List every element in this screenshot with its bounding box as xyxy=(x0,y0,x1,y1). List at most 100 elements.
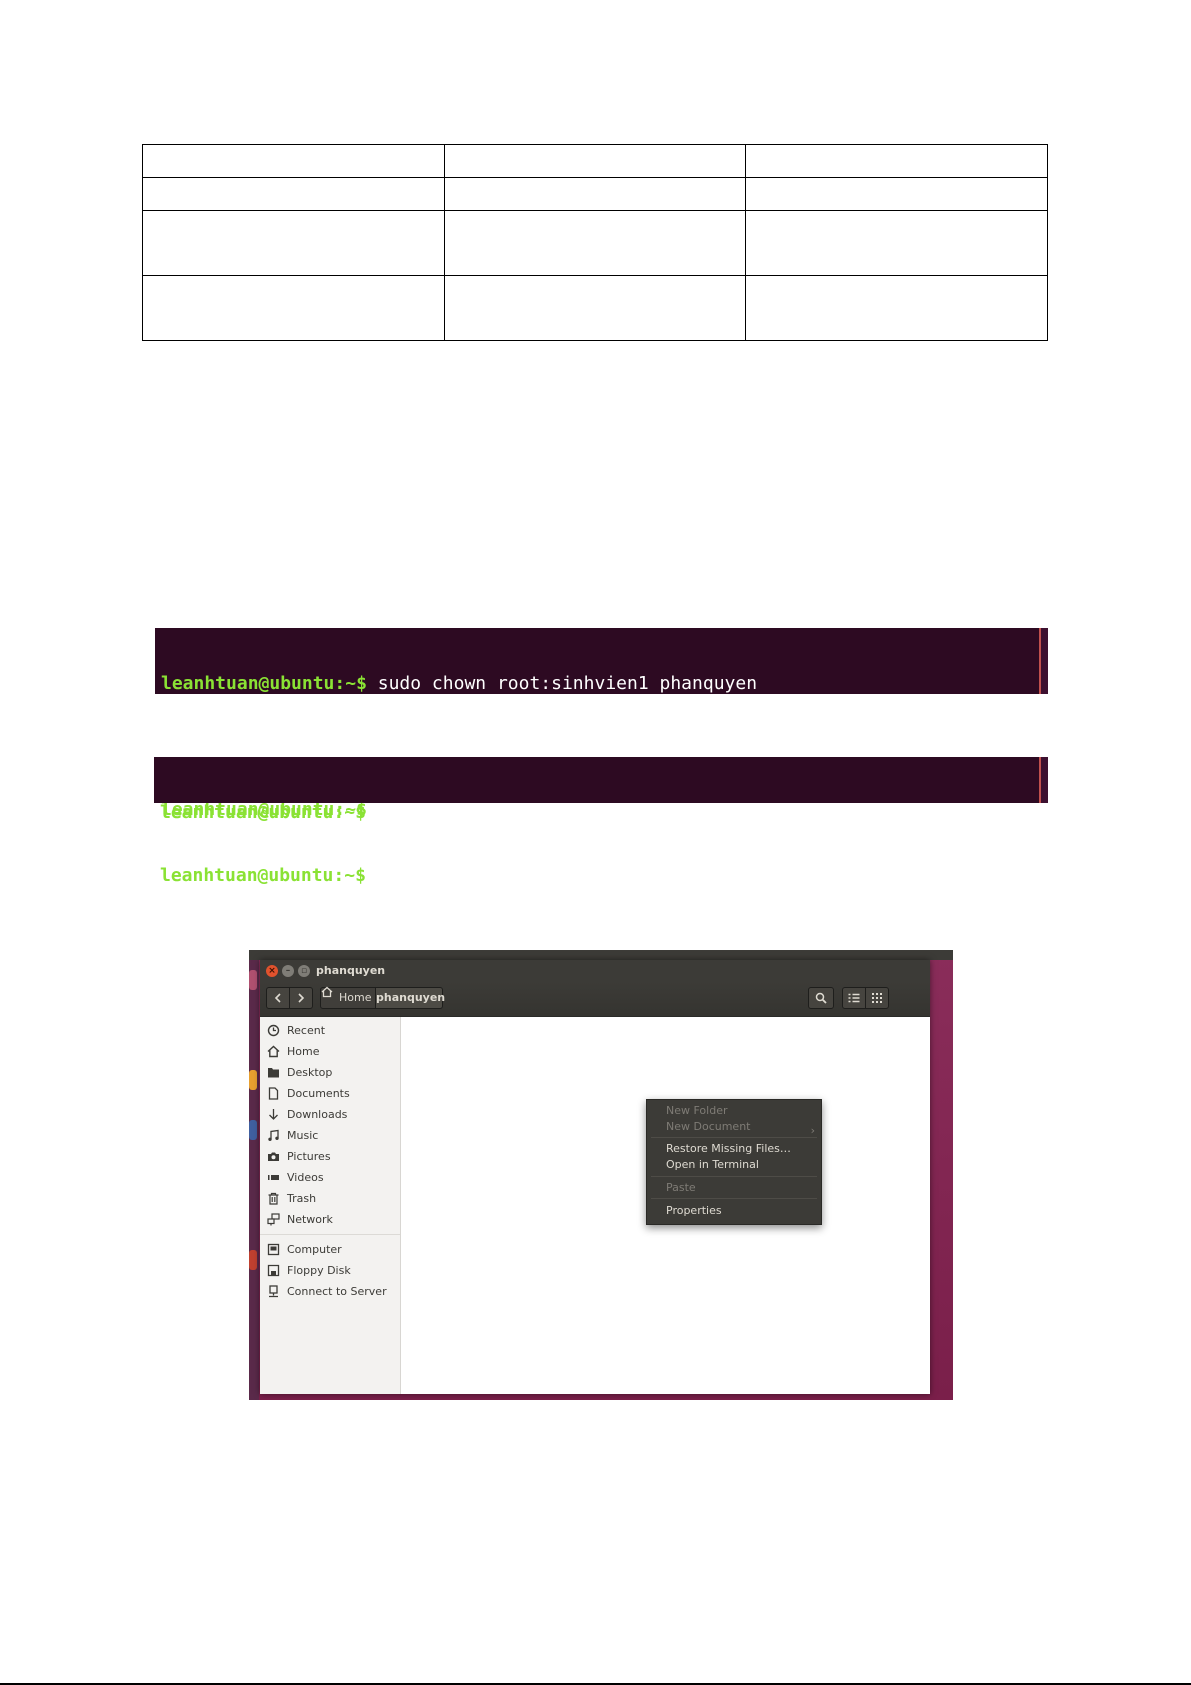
trash-icon xyxy=(268,1192,279,1205)
table-cell xyxy=(443,275,747,341)
forward-button[interactable] xyxy=(289,987,313,1009)
launcher-app-icon[interactable] xyxy=(249,1250,257,1270)
sidebar-item-computer[interactable]: Computer xyxy=(260,1239,400,1260)
sidebar-item-trash[interactable]: Trash xyxy=(260,1188,400,1209)
maximize-window-button[interactable]: ▫ xyxy=(298,965,310,977)
home-icon xyxy=(321,986,333,998)
table-cell xyxy=(142,210,445,276)
sidebar-divider xyxy=(260,1234,400,1235)
sidebar-item-label: Documents xyxy=(287,1087,350,1100)
table-cell xyxy=(443,177,747,211)
launcher-app-icon[interactable] xyxy=(249,970,257,990)
home-icon xyxy=(267,1045,280,1058)
music-icon xyxy=(268,1129,279,1141)
camera-icon xyxy=(268,1152,279,1161)
terminal-line: leanhtuan@ubuntu:~$ sudo chown root:sinh… xyxy=(161,673,1042,694)
search-icon xyxy=(815,992,827,1004)
video-icon xyxy=(268,1175,279,1180)
empty-document-table xyxy=(142,144,1048,341)
places-sidebar: Recent Home Desktop Documents Downloads … xyxy=(260,1017,401,1394)
sidebar-item-label: Connect to Server xyxy=(287,1285,387,1298)
sidebar-item-desktop[interactable]: Desktop xyxy=(260,1062,400,1083)
terminal-scroll-edge xyxy=(1036,628,1048,694)
chevron-left-icon xyxy=(274,993,281,1003)
sidebar-item-home[interactable]: Home xyxy=(260,1041,400,1062)
search-button[interactable] xyxy=(808,987,834,1009)
breadcrumb-folder-label: phanquyen xyxy=(376,991,446,1004)
desktop-folder-icon xyxy=(268,1068,279,1078)
document-icon xyxy=(268,1087,279,1100)
sidebar-item-floppy-disk[interactable]: Floppy Disk xyxy=(260,1260,400,1281)
menu-item-new-document[interactable]: New Document xyxy=(666,1119,750,1135)
table-cell xyxy=(745,177,1048,211)
sidebar-item-documents[interactable]: Documents xyxy=(260,1083,400,1104)
desktop-screenshot: × – ▫ phanquyen Home phanquyen Recent Ho… xyxy=(249,950,953,1400)
grid-view-icon xyxy=(872,993,882,1003)
chevron-right-icon xyxy=(298,993,305,1003)
table-cell xyxy=(142,275,445,341)
terminal-prompt: leanhtuan@ubuntu:~$ xyxy=(161,673,367,694)
breadcrumb-current-folder[interactable]: phanquyen xyxy=(375,987,446,1009)
terminal-prompt: leanhtuan@ubuntu:~$ xyxy=(160,802,366,823)
clock-icon xyxy=(267,1024,280,1037)
file-view-area[interactable]: New Folder New Document › Restore Missin… xyxy=(401,1017,930,1394)
terminal-command: sudo chmod 440 phanquyen xyxy=(365,802,637,823)
sidebar-item-label: Music xyxy=(287,1129,319,1142)
terminal-chown[interactable]: leanhtuan@ubuntu:~$ sudo chown root:sinh… xyxy=(155,628,1048,820)
launcher-app-icon[interactable] xyxy=(249,1070,257,1090)
back-button[interactable] xyxy=(266,987,290,1009)
sidebar-item-pictures[interactable]: Pictures xyxy=(260,1146,400,1167)
sidebar-item-music[interactable]: Music xyxy=(260,1125,400,1146)
file-manager-window: × – ▫ phanquyen Home phanquyen Recent Ho… xyxy=(260,960,930,1394)
sidebar-item-downloads[interactable]: Downloads xyxy=(260,1104,400,1125)
sidebar-item-label: Pictures xyxy=(287,1150,331,1163)
menu-separator xyxy=(651,1137,817,1138)
sidebar-item-label: Floppy Disk xyxy=(287,1264,351,1277)
network-icon xyxy=(267,1213,280,1226)
grid-view-button[interactable] xyxy=(865,987,889,1009)
download-icon xyxy=(269,1109,278,1120)
submenu-arrow-icon: › xyxy=(810,1124,815,1137)
terminal-line: leanhtuan@ubuntu:~$ xyxy=(160,865,1042,886)
top-panel xyxy=(249,950,953,960)
terminal-output: [sudo] password for leanhtuan: xyxy=(161,736,487,757)
table-cell xyxy=(745,210,1048,276)
sidebar-item-label: Trash xyxy=(287,1192,317,1205)
terminal-prompt: leanhtuan@ubuntu:~$ xyxy=(160,865,366,886)
launcher-app-icon[interactable] xyxy=(249,1120,257,1140)
table-cell xyxy=(745,144,1048,178)
menu-item-new-folder[interactable]: New Folder xyxy=(666,1103,727,1119)
table-cell xyxy=(142,177,445,211)
sidebar-item-recent[interactable]: Recent xyxy=(260,1020,400,1041)
menu-item-open-in-terminal[interactable]: Open in Terminal xyxy=(666,1157,759,1173)
sidebar-item-label: Videos xyxy=(287,1171,324,1184)
list-view-icon xyxy=(848,993,860,1003)
menu-separator xyxy=(651,1198,817,1199)
terminal-command: sudo chown root:sinhvien1 phanquyen xyxy=(366,673,758,694)
sidebar-item-label: Home xyxy=(287,1045,320,1058)
terminal-scroll-edge xyxy=(1036,757,1048,803)
menu-separator xyxy=(651,1176,817,1177)
close-window-button[interactable]: × xyxy=(266,965,278,977)
terminal-line: leanhtuan@ubuntu:~$ sudo chmod 440 phanq… xyxy=(160,802,1042,823)
sidebar-item-network[interactable]: Network xyxy=(260,1209,400,1230)
context-menu: New Folder New Document › Restore Missin… xyxy=(646,1099,822,1225)
sidebar-item-label: Downloads xyxy=(287,1108,348,1121)
title-bar[interactable]: × – ▫ phanquyen xyxy=(260,960,930,982)
table-cell xyxy=(745,275,1048,341)
sidebar-item-videos[interactable]: Videos xyxy=(260,1167,400,1188)
menu-item-restore-missing-files[interactable]: Restore Missing Files… xyxy=(666,1141,791,1157)
server-icon xyxy=(269,1285,278,1298)
sidebar-item-label: Desktop xyxy=(287,1066,333,1079)
terminal-chmod[interactable]: leanhtuan@ubuntu:~$ sudo chmod 440 phanq… xyxy=(154,757,1048,886)
sidebar-item-connect-to-server[interactable]: Connect to Server xyxy=(260,1281,400,1302)
menu-item-paste[interactable]: Paste xyxy=(666,1180,696,1196)
breadcrumb-home[interactable]: Home xyxy=(320,986,376,1009)
toolbar: Home phanquyen xyxy=(260,982,930,1017)
table-cell xyxy=(443,144,747,178)
menu-item-properties[interactable]: Properties xyxy=(666,1203,722,1219)
list-view-button[interactable] xyxy=(842,987,866,1009)
window-title: phanquyen xyxy=(316,964,386,977)
sidebar-item-label: Recent xyxy=(287,1024,326,1037)
minimize-window-button[interactable]: – xyxy=(282,965,294,977)
